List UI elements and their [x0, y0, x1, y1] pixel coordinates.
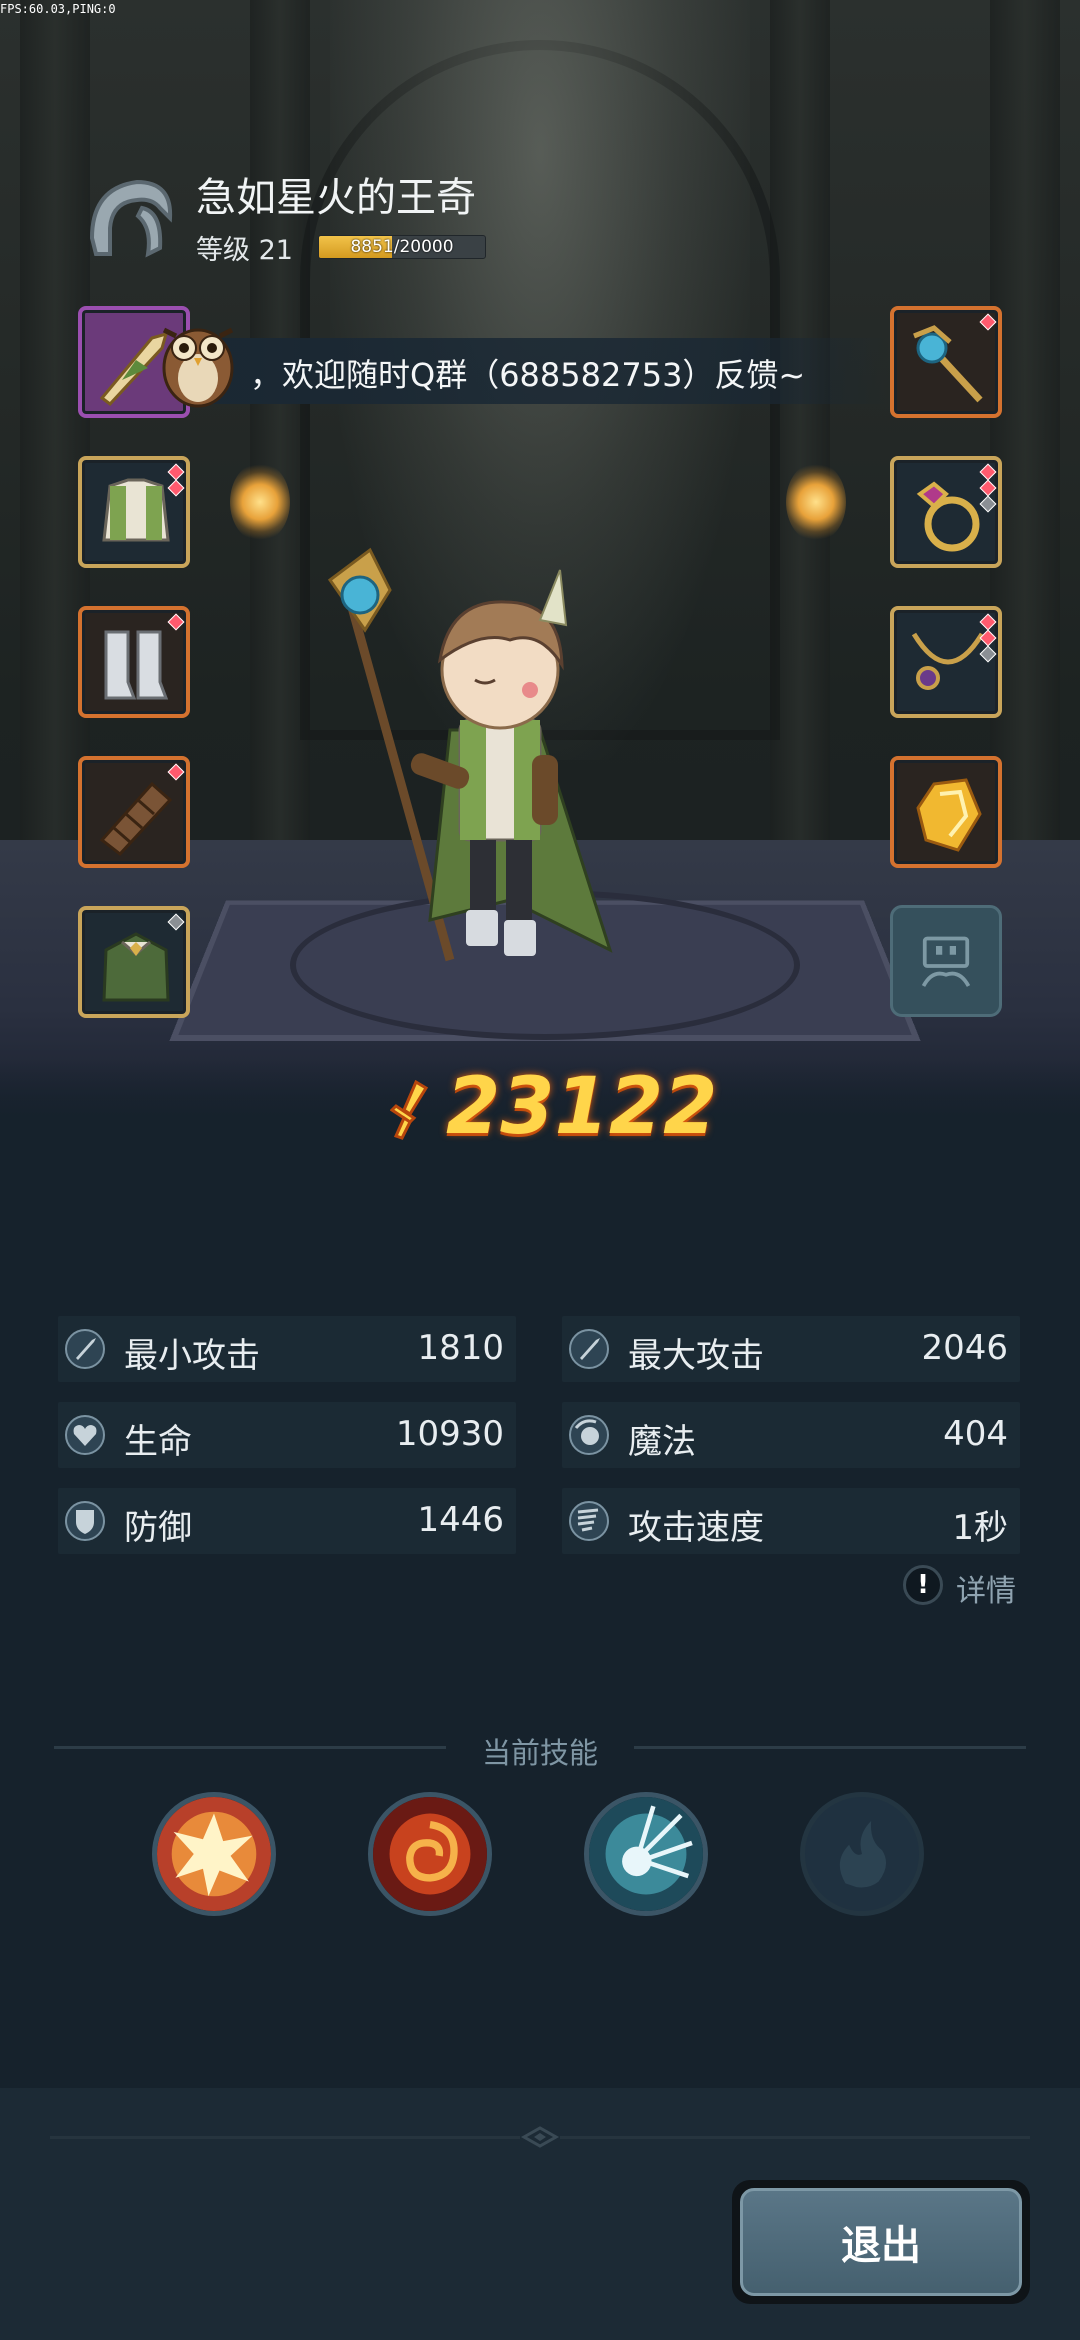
equip-slot-crystal[interactable]: [890, 756, 1002, 868]
skill-slot-3[interactable]: [584, 1792, 708, 1916]
stat-label: 最小攻击: [124, 1336, 260, 1376]
sword-icon: [569, 1329, 609, 1369]
equip-slot-staff[interactable]: [890, 306, 1002, 418]
details-link[interactable]: 详情: [956, 1566, 1016, 1610]
stat-mp: 魔法 404: [562, 1402, 1020, 1468]
stat-max-attack: 最大攻击 2046: [562, 1316, 1020, 1382]
stat-label: 魔法: [628, 1422, 696, 1462]
divider: [54, 1746, 446, 1749]
stat-label: 防御: [124, 1508, 192, 1548]
equip-slot-ring[interactable]: [890, 456, 1002, 568]
crystal-icon: [916, 778, 982, 852]
divider: [634, 1746, 1026, 1749]
helmet-icon[interactable]: [82, 168, 178, 264]
equip-slot-necklace[interactable]: [890, 606, 1002, 718]
stat-min-attack: 最小攻击 1810: [58, 1316, 516, 1382]
info-icon[interactable]: !: [903, 1565, 943, 1605]
stat-value: 10930: [395, 1414, 504, 1454]
equip-slot-locked[interactable]: [890, 905, 1002, 1017]
stat-label: 攻击速度: [628, 1508, 764, 1548]
fps-counter: FPS:60.03,PING:0: [0, 2, 116, 16]
exit-label: 退出: [841, 2223, 921, 2269]
speed-wing-icon: [569, 1501, 609, 1541]
stat-hp: 生命 10930: [58, 1402, 516, 1468]
player-name: 急如星火的王奇: [196, 175, 476, 221]
skill-slot-2[interactable]: [368, 1792, 492, 1916]
skill-slot-4[interactable]: [800, 1792, 924, 1916]
footer-divider: [560, 2136, 1030, 2139]
staff-icon: [913, 325, 983, 403]
equip-slot-cloak[interactable]: [78, 906, 190, 1018]
stat-label: 生命: [124, 1422, 192, 1462]
magic-orb-icon: [569, 1415, 609, 1455]
equip-slot-armor[interactable]: [78, 456, 190, 568]
shield-icon: [65, 1501, 105, 1541]
stat-value: 1810: [417, 1328, 504, 1368]
xp-text: 8851/20000: [350, 237, 454, 257]
necklace-icon: [911, 632, 985, 690]
sword-power-icon: [390, 1080, 429, 1140]
stat-defense: 防御 1446: [58, 1488, 516, 1554]
footer-divider: [50, 2136, 520, 2139]
bracer-icon: [99, 781, 173, 857]
stat-value: 1446: [417, 1500, 504, 1540]
stat-value: 2046: [921, 1328, 1008, 1368]
owl-mascot-icon: [162, 327, 234, 408]
exit-button-face[interactable]: 退出: [740, 2188, 1022, 2296]
stat-value: 1秒: [952, 1508, 1008, 1548]
hero-character[interactable]: [310, 540, 670, 1000]
announcement-text: ，欢迎随时Q群（688582753）反馈~: [250, 356, 806, 394]
diamond-ornament-icon: [520, 2126, 560, 2148]
sword-icon: [65, 1329, 105, 1369]
exit-button[interactable]: 退出: [732, 2180, 1030, 2304]
stat-value: 404: [943, 1414, 1008, 1454]
boots-icon: [104, 630, 169, 700]
cloak-icon: [102, 932, 170, 1002]
stat-attack-speed: 攻击速度 1秒: [562, 1488, 1020, 1554]
skill-slot-1[interactable]: [152, 1792, 276, 1916]
ring-icon: [916, 481, 980, 552]
stat-label: 最大攻击: [628, 1336, 764, 1376]
player-level: 等级 21: [196, 235, 293, 266]
heart-icon: [65, 1415, 105, 1455]
skills-title: 当前技能: [481, 1736, 598, 1770]
torch-light: [786, 462, 846, 542]
explosion-skill-icon: [157, 1797, 271, 1911]
torch-light: [230, 462, 290, 542]
xp-bar: 8851/20000: [318, 235, 486, 259]
fire-vortex-skill-icon: [373, 1797, 487, 1911]
empty-skill-slot-icon: [839, 1820, 887, 1888]
equip-slot-bracer[interactable]: [78, 756, 190, 868]
locked-slot-icon: [921, 936, 971, 987]
ice-burst-skill-icon: [589, 1797, 703, 1911]
combat-power-value: 23122: [446, 1062, 718, 1152]
combat-power: 23122: [380, 1060, 717, 1152]
armor-icon: [102, 478, 170, 542]
equip-slot-boots[interactable]: [78, 606, 190, 718]
announcement-banner: ，欢迎随时Q群（688582753）反馈~: [190, 338, 890, 404]
